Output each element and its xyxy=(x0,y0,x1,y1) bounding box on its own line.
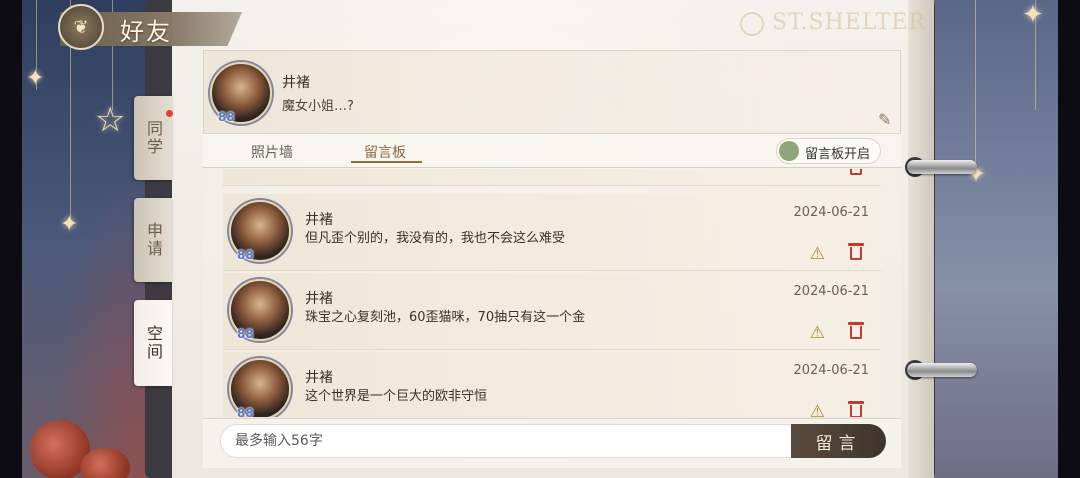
tab-space[interactable]: 空间 xyxy=(134,300,172,386)
trash-icon[interactable] xyxy=(848,243,864,260)
brand-logo-icon xyxy=(740,12,764,36)
profile-avatar[interactable]: 88 xyxy=(210,62,272,124)
star-ornament-icon: ✦ xyxy=(60,212,79,237)
trash-icon[interactable] xyxy=(848,322,864,339)
binder-ring xyxy=(907,160,977,174)
message-input[interactable] xyxy=(220,424,795,458)
trash-icon[interactable] xyxy=(848,401,864,417)
warning-icon[interactable]: ⚠ xyxy=(810,323,825,343)
tab-classmates[interactable]: 同学 xyxy=(134,96,173,180)
butterfly-emblem-icon: ❦ xyxy=(58,4,104,50)
notification-dot xyxy=(166,110,173,117)
message-text: 但凡歪个别的，我没有的，我也不会这么难受 xyxy=(305,231,566,246)
message-author: 井褚 xyxy=(305,291,333,307)
message-list[interactable]: 88 井褚 但凡歪个别的，我没有的，我也不会这么难受 2024-06-21 ⚠ … xyxy=(203,169,901,417)
tab-requests[interactable]: 申请 xyxy=(134,198,172,282)
tab-space-label: 空间 xyxy=(144,325,163,361)
avatar-level: 88 xyxy=(237,327,254,341)
page-title: 好友 xyxy=(120,18,172,46)
tab-classmates-label: 同学 xyxy=(144,120,163,156)
message-board-toggle-label: 留言板开启 xyxy=(805,147,871,162)
list-item: 88 井褚 珠宝之心复刻池，60歪猫咪，70抽只有这一个金 2024-06-21… xyxy=(223,273,881,350)
message-text: 珠宝之心复刻池，60歪猫咪，70抽只有这一个金 xyxy=(305,310,586,325)
screen-border-right xyxy=(1058,0,1080,478)
screen-border-left xyxy=(0,0,22,478)
message-author: 井褚 xyxy=(305,212,333,228)
message-date: 2024-06-21 xyxy=(793,205,869,220)
list-item: 88 井褚 这个世界是一个巨大的欧非守恒 2024-06-21 ⚠ xyxy=(223,352,881,417)
profile-header xyxy=(203,50,901,134)
trash-icon[interactable] xyxy=(849,169,863,175)
post-message-button[interactable]: 留言 xyxy=(791,424,886,458)
warning-icon[interactable]: ⚠ xyxy=(810,244,825,264)
edit-icon[interactable]: ✎ xyxy=(878,110,896,129)
star-ornament-icon: ✦ xyxy=(1022,0,1044,30)
album-page-edge xyxy=(908,0,934,478)
tab-requests-label: 申请 xyxy=(144,222,163,258)
hanging-string xyxy=(975,0,976,170)
avatar-level: 88 xyxy=(237,406,254,417)
star-ornament-icon: ✦ xyxy=(26,66,45,91)
profile-name: 井褚 xyxy=(282,75,310,91)
brand-watermark: ST.SHELTER xyxy=(772,10,926,35)
message-avatar[interactable]: 88 xyxy=(229,200,291,262)
avatar-level: 88 xyxy=(218,110,235,124)
avatar-level: 88 xyxy=(237,248,254,262)
star-ornament-icon: ☆ xyxy=(95,100,126,140)
message-avatar[interactable]: 88 xyxy=(229,279,291,341)
message-board-toggle[interactable]: 留言板开启 xyxy=(776,138,881,164)
message-author: 井褚 xyxy=(305,370,333,386)
binder-ring xyxy=(907,363,977,377)
toggle-knob xyxy=(779,141,799,161)
active-tab-underline xyxy=(351,161,422,163)
message-text: 这个世界是一个巨大的欧非守恒 xyxy=(305,389,488,404)
message-date: 2024-06-21 xyxy=(793,284,869,299)
list-item: 88 井褚 但凡歪个别的，我没有的，我也不会这么难受 2024-06-21 ⚠ xyxy=(223,194,881,271)
warning-icon[interactable]: ⚠ xyxy=(810,402,825,417)
profile-signature: 魔女小姐…? xyxy=(282,99,354,114)
tab-photo-wall[interactable]: 照片墙 xyxy=(251,142,293,162)
tab-message-board[interactable]: 留言板 xyxy=(364,142,406,162)
background-right-scenery xyxy=(920,0,1080,478)
message-avatar[interactable]: 88 xyxy=(229,358,291,417)
list-item xyxy=(223,169,881,186)
message-date: 2024-06-21 xyxy=(793,363,869,378)
